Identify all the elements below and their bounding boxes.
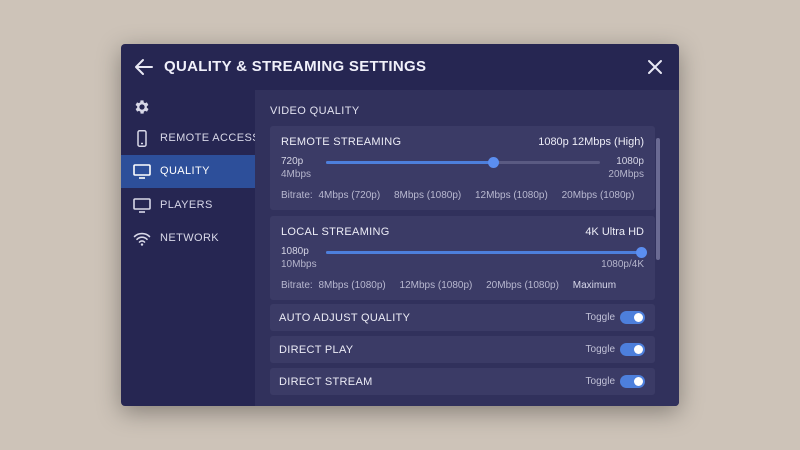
remote-slider-fill [326,161,493,164]
local-max-label: 1080p/4K [601,259,644,270]
phone-icon [137,130,147,147]
section-title: VIDEO QUALITY [270,105,360,117]
toggle-label: DIRECT STREAM [279,376,373,388]
bitrate-option: 8Mbps (1080p) [393,190,462,201]
sidebar-item-label: NETWORK [160,232,220,244]
bitrate-prefix: Bitrate: [281,280,313,291]
arrow-left-icon[interactable] [133,56,155,78]
auto-adjust-switch[interactable] [620,311,645,324]
content-scrollbar[interactable] [656,138,660,260]
sidebar-item-players[interactable]: PLAYERS [121,189,255,222]
bitrate-option: 8Mbps (1080p) [318,280,386,291]
settings-dialog: QUALITY & STREAMING SETTINGS REMOTE ACCE… [121,44,679,406]
bitrate-option: 12Mbps (1080p) [399,280,473,291]
remote-streaming-title: REMOTE STREAMING [281,136,402,148]
sidebar-item-remote-access[interactable]: REMOTE ACCESS [121,122,260,155]
gear-icon[interactable] [133,98,151,116]
sidebar: REMOTE ACCESS QUALITY PLAYERS NETWORK [121,90,260,406]
toggle-hint: Toggle [585,344,615,355]
remote-min-sub: 4Mbps [281,169,312,180]
local-min-sub: 10Mbps [281,259,317,270]
direct-stream-switch[interactable] [620,375,645,388]
bitrate-option: 12Mbps (1080p) [475,190,548,201]
local-streaming-value: 4K Ultra HD [585,226,644,238]
local-slider-thumb[interactable] [636,247,647,258]
sidebar-item-network[interactable]: NETWORK [121,222,255,255]
remote-streaming-value: 1080p 12Mbps (High) [538,136,644,148]
switch-knob [634,377,643,386]
sidebar-item-label: QUALITY [160,165,210,177]
local-quality-slider[interactable] [326,247,647,258]
settings-content: VIDEO QUALITY REMOTE STREAMING 1080p 12M… [255,90,679,406]
toggle-label: AUTO ADJUST QUALITY [279,312,411,324]
sidebar-item-quality[interactable]: QUALITY [121,155,255,188]
remote-slider-thumb[interactable] [488,157,499,168]
sidebar-item-label: PLAYERS [160,199,213,211]
remote-streaming-card: REMOTE STREAMING 1080p 12Mbps (High) 720… [270,126,655,210]
toggle-hint: Toggle [585,376,615,387]
bitrate-option: 20Mbps (1080p) [561,190,635,201]
bitrate-prefix: Bitrate: [281,190,313,201]
dialog-titlebar: QUALITY & STREAMING SETTINGS [121,44,679,90]
switch-knob [634,313,643,322]
local-streaming-card: LOCAL STREAMING 4K Ultra HD 1080p 10Mbps… [270,216,655,300]
local-min-label: 1080p [281,246,309,257]
remote-min-label: 720p [281,156,304,167]
toggle-hint: Toggle [585,312,615,323]
dialog-title: QUALITY & STREAMING SETTINGS [164,58,427,75]
local-slider-fill [326,251,641,254]
local-streaming-title: LOCAL STREAMING [281,226,390,238]
wifi-icon [133,232,151,246]
remote-max-sub: 20Mbps [608,169,644,180]
toggle-row-direct-play[interactable]: DIRECT PLAY Toggle [270,336,655,363]
monitor-icon [133,164,151,179]
toggle-row-direct-stream[interactable]: DIRECT STREAM Toggle [270,368,655,395]
toggle-label: DIRECT PLAY [279,344,354,356]
close-icon[interactable] [646,58,664,76]
bitrate-option: Maximum [572,280,617,291]
remote-bitrate-list: Bitrate: 4Mbps (720p) 8Mbps (1080p) 12Mb… [281,190,634,201]
monitor-icon [133,198,151,213]
bitrate-option: 20Mbps (1080p) [486,280,559,291]
remote-max-label: 1080p [616,156,644,167]
local-bitrate-list: Bitrate: 8Mbps (1080p) 12Mbps (1080p) 20… [281,280,616,291]
sidebar-item-label: REMOTE ACCESS [160,132,260,144]
remote-quality-slider[interactable] [326,157,600,168]
bitrate-option: 4Mbps (720p) [318,190,381,201]
switch-knob [634,345,643,354]
toggle-row-auto-adjust[interactable]: AUTO ADJUST QUALITY Toggle [270,304,655,331]
direct-play-switch[interactable] [620,343,645,356]
